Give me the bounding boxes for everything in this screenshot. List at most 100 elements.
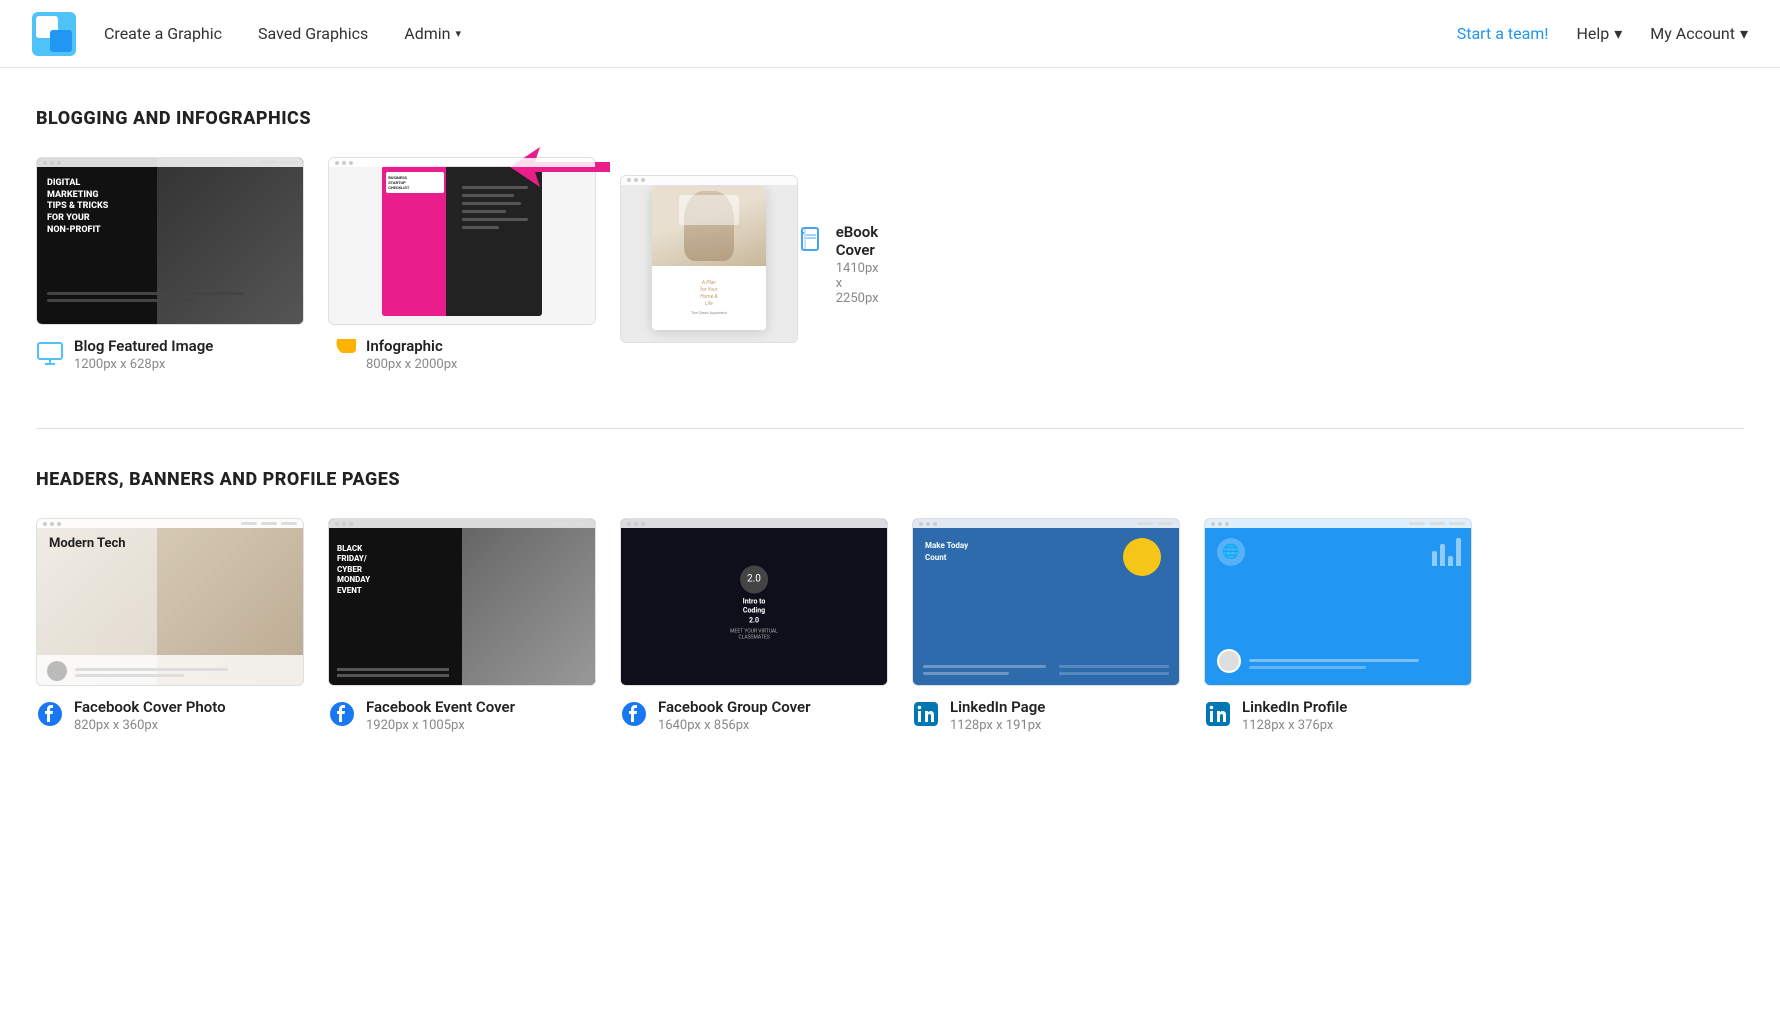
card-text-fb-event: Facebook Event Cover 1920px x 1005px [366, 698, 515, 733]
dot2 [1218, 522, 1222, 526]
my-account-dropdown[interactable]: My Account ▾ [1650, 24, 1748, 43]
dot1 [335, 161, 339, 165]
admin-label: Admin [404, 24, 450, 43]
help-dropdown[interactable]: Help ▾ [1576, 24, 1622, 43]
card-info-infographic: Infographic 800px x 2000px [328, 337, 596, 372]
dot3 [933, 522, 937, 526]
li-profile-preview: 🌐 [1204, 518, 1472, 686]
pie-icon [328, 339, 356, 367]
ebook-preview: A Planfor YourHome &Life The Clean Appro… [620, 175, 798, 343]
dot2 [50, 522, 54, 526]
admin-dropdown[interactable]: Admin ▾ [404, 24, 461, 43]
li-page-text: Make TodayCount [925, 540, 968, 564]
card-info-fb-cover: Facebook Cover Photo 820px x 360px [36, 698, 304, 733]
card-dims-li-page: 1128px x 191px [950, 718, 1045, 733]
blog-preview-heading: DIGITALMARKETINGTIPS & TRICKSFOR YOURNON… [47, 178, 108, 236]
card-name-fb-event: Facebook Event Cover [366, 698, 515, 716]
dot2 [342, 522, 346, 526]
linkedin-icon-profile [1204, 700, 1232, 728]
li-page-inner: Make TodayCount [913, 519, 1179, 685]
linkedin-icon-page [912, 700, 940, 728]
card-name-li-profile: LinkedIn Profile [1242, 698, 1347, 716]
ebook-top [652, 187, 766, 266]
dot3 [349, 161, 353, 165]
blog-inner: DIGITALMARKETINGTIPS & TRICKSFOR YOURNON… [37, 158, 303, 324]
blogging-section-title: BLOGGING AND INFOGRAPHICS [36, 108, 1744, 129]
help-label: Help [1576, 24, 1609, 43]
navbar-left: Create a Graphic Saved Graphics Admin ▾ [104, 24, 1457, 43]
card-fb-event-cover[interactable]: BLACKFRIDAY/CYBERMONDAYEVENT Facebook Ev… [328, 518, 596, 733]
main-content: BLOGGING AND INFOGRAPHICS [0, 68, 1780, 829]
ebook-bottom: A Planfor YourHome &Life The Clean Appro… [652, 266, 766, 330]
card-text-li-page: LinkedIn Page 1128px x 191px [950, 698, 1045, 733]
dot1 [43, 522, 47, 526]
card-fb-group-cover[interactable]: 2.0 Intro toCoding2.0 MEET YOUR VIRTUALC… [620, 518, 888, 733]
ebook-inner: A Planfor YourHome &Life The Clean Appro… [652, 187, 766, 330]
infographic-title-block: BUSINESSSTARTUPCHECKLIST [386, 172, 443, 193]
card-info-blog: Blog Featured Image 1200px x 628px [36, 337, 304, 372]
pink-arrow-icon [510, 147, 610, 187]
navbar: Create a Graphic Saved Graphics Admin ▾ … [0, 0, 1780, 68]
start-team-link[interactable]: Start a team! [1457, 24, 1549, 43]
card-dims-fb-cover: 820px x 360px [74, 718, 226, 733]
topbar-line [261, 161, 277, 164]
card-text-fb-cover: Facebook Cover Photo 820px x 360px [74, 698, 226, 733]
infographic-inner: BUSINESSSTARTUPCHECKLIST [382, 166, 542, 315]
card-fb-cover-photo[interactable]: Modern Tech [36, 518, 304, 733]
saved-graphics-link[interactable]: Saved Graphics [258, 24, 368, 43]
facebook-icon-event [328, 700, 356, 728]
my-account-chevron-icon: ▾ [1740, 24, 1748, 43]
card-linkedin-page[interactable]: Make TodayCount [912, 518, 1180, 733]
card-name-infographic: Infographic [366, 337, 457, 355]
card-name-blog: Blog Featured Image [74, 337, 213, 355]
fb-event-inner: BLACKFRIDAY/CYBERMONDAYEVENT [329, 519, 595, 685]
dot3 [641, 178, 645, 182]
card-text-li-profile: LinkedIn Profile 1128px x 376px [1242, 698, 1347, 733]
dot2 [50, 161, 54, 165]
card-dims-infographic: 800px x 2000px [366, 357, 457, 372]
dot2 [342, 161, 346, 165]
facebook-icon [36, 700, 64, 728]
dot3 [57, 522, 61, 526]
dot3 [57, 161, 61, 165]
headers-cards-row: Modern Tech [36, 518, 1744, 733]
card-blog-featured-image[interactable]: DIGITALMARKETINGTIPS & TRICKSFOR YOURNON… [36, 157, 304, 372]
navbar-right: Start a team! Help ▾ My Account ▾ [1457, 24, 1748, 43]
fb-event-preview: BLACKFRIDAY/CYBERMONDAYEVENT [328, 518, 596, 686]
infographic-side-lines [462, 186, 536, 234]
card-info-ebook: eBook Cover 1410px x 2250px [798, 223, 888, 306]
app-logo[interactable] [32, 12, 76, 56]
card-info-fb-group: Facebook Group Cover 1640px x 856px [620, 698, 888, 733]
fb-cover-inner: Modern Tech [37, 519, 303, 685]
li-profile-inner: 🌐 [1205, 519, 1471, 685]
fb-group-subtitle: MEET YOUR VIRTUALCLASSMATES [730, 628, 778, 640]
monitor-icon [36, 339, 64, 367]
dot1 [919, 522, 923, 526]
card-text-infographic: Infographic 800px x 2000px [366, 337, 457, 372]
dot3 [641, 522, 645, 526]
facebook-icon-group [620, 700, 648, 728]
dot2 [634, 522, 638, 526]
card-dims-blog: 1200px x 628px [74, 357, 213, 372]
card-info-li-profile: LinkedIn Profile 1128px x 376px [1204, 698, 1472, 733]
dot1 [43, 161, 47, 165]
card-linkedin-profile[interactable]: 🌐 [1204, 518, 1472, 733]
card-name-li-page: LinkedIn Page [950, 698, 1045, 716]
dot1 [627, 178, 631, 182]
li-page-preview: Make TodayCount [912, 518, 1180, 686]
blogging-cards-row: DIGITALMARKETINGTIPS & TRICKSFOR YOURNON… [36, 157, 1744, 372]
fb-group-inner: 2.0 Intro toCoding2.0 MEET YOUR VIRTUALC… [621, 519, 887, 685]
fb-event-text: BLACKFRIDAY/CYBERMONDAYEVENT [337, 544, 370, 596]
ebook-title-text: A Planfor YourHome &Life [700, 280, 717, 308]
dot1 [335, 522, 339, 526]
create-graphic-link[interactable]: Create a Graphic [104, 24, 222, 43]
card-infographic[interactable]: BUSINESSSTARTUPCHECKLIST [328, 157, 596, 372]
card-ebook-cover[interactable]: A Planfor YourHome &Life The Clean Appro… [620, 157, 888, 372]
card-dims-ebook: 1410px x 2250px [836, 261, 888, 306]
card-dims-fb-group: 1640px x 856px [658, 718, 811, 733]
card-text-blog: Blog Featured Image 1200px x 628px [74, 337, 213, 372]
card-dims-li-profile: 1128px x 376px [1242, 718, 1347, 733]
fb-cover-preview: Modern Tech [36, 518, 304, 686]
blog-lines [47, 292, 293, 306]
dot2 [926, 522, 930, 526]
